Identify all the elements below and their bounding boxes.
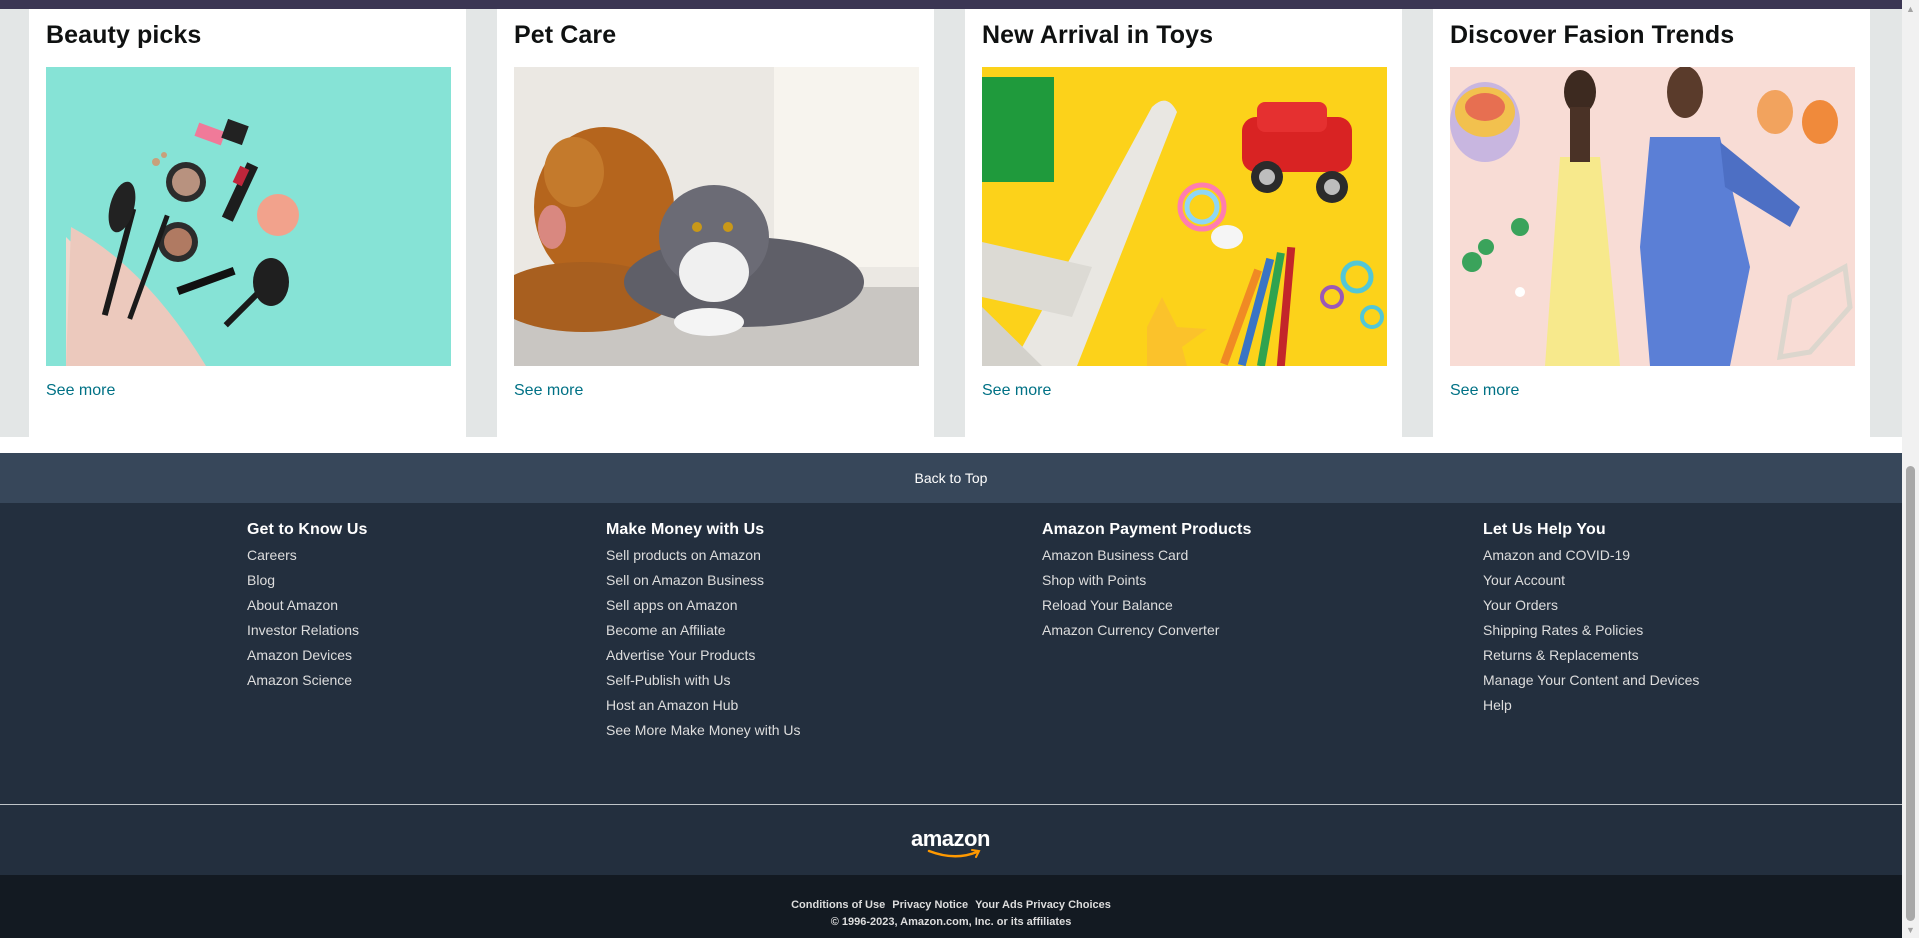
page-scrollbar[interactable]: ▲ ▼ xyxy=(1902,0,1919,938)
ads-privacy-choices-link[interactable]: Your Ads Privacy Choices xyxy=(975,899,1111,911)
cosmetics-bag-photo[interactable] xyxy=(46,67,451,366)
footer-link[interactable]: Become an Affiliate xyxy=(606,621,801,646)
footer-link[interactable]: Host an Amazon Hub xyxy=(606,696,801,721)
footer-nav: Get to Know Us Careers Blog About Amazon… xyxy=(0,503,1902,804)
card-pet-care: Pet Care See more xyxy=(497,9,934,437)
footer-column-heading: Let Us Help You xyxy=(1483,521,1606,538)
footer-link[interactable]: Careers xyxy=(247,546,368,571)
footer-link[interactable]: Advertise Your Products xyxy=(606,646,801,671)
footer-link[interactable]: Self-Publish with Us xyxy=(606,671,801,696)
footer-column-heading: Make Money with Us xyxy=(606,521,765,538)
card-title: New Arrival in Toys xyxy=(982,21,1214,49)
card-title: Pet Care xyxy=(514,21,617,49)
top-bar xyxy=(0,0,1902,9)
footer-link[interactable]: Your Account xyxy=(1483,571,1699,596)
see-more-link[interactable]: See more xyxy=(1450,382,1519,400)
footer-link[interactable]: Amazon Business Card xyxy=(1042,546,1251,571)
footer-column-heading: Amazon Payment Products xyxy=(1042,521,1252,538)
footer-link[interactable]: Help xyxy=(1483,696,1699,721)
smile-arrow-icon xyxy=(927,849,981,858)
card-row: Beauty picks See more Pet Care See more … xyxy=(0,9,1902,437)
conditions-of-use-link[interactable]: Conditions of Use xyxy=(791,899,885,911)
footer-link[interactable]: See More Make Money with Us xyxy=(606,721,801,746)
footer-legal-bar: Conditions of Use Privacy Notice Your Ad… xyxy=(0,875,1902,938)
footer-column-payment-products: Amazon Payment Products Amazon Business … xyxy=(1042,521,1251,646)
legal-links: Conditions of Use Privacy Notice Your Ad… xyxy=(0,899,1902,911)
scroll-up-arrow-icon[interactable]: ▲ xyxy=(1902,0,1919,17)
footer-link[interactable]: Blog xyxy=(247,571,368,596)
see-more-link[interactable]: See more xyxy=(46,382,115,400)
footer-column-get-to-know-us: Get to Know Us Careers Blog About Amazon… xyxy=(247,521,368,696)
footer-link[interactable]: Amazon Devices xyxy=(247,646,368,671)
footer-column-make-money: Make Money with Us Sell products on Amaz… xyxy=(606,521,801,746)
card-title: Discover Fasion Trends xyxy=(1450,21,1735,49)
footer-link[interactable]: Sell on Amazon Business xyxy=(606,571,801,596)
scrollbar-thumb[interactable] xyxy=(1906,466,1915,921)
toys-photo[interactable] xyxy=(982,67,1387,366)
back-to-top-button[interactable]: Back to Top xyxy=(0,453,1902,503)
card-title: Beauty picks xyxy=(46,21,202,49)
footer-link[interactable]: Investor Relations xyxy=(247,621,368,646)
footer-link[interactable]: Sell products on Amazon xyxy=(606,546,801,571)
footer-link[interactable]: Amazon Science xyxy=(247,671,368,696)
footer-link[interactable]: Manage Your Content and Devices xyxy=(1483,671,1699,696)
card-fashion-trends: Discover Fasion Trends See more xyxy=(1433,9,1870,437)
card-new-arrival-toys: New Arrival in Toys See more xyxy=(965,9,1402,437)
footer-link[interactable]: Amazon Currency Converter xyxy=(1042,621,1251,646)
footer-column-heading: Get to Know Us xyxy=(247,521,368,538)
scroll-down-arrow-icon[interactable]: ▼ xyxy=(1902,921,1919,938)
footer-link[interactable]: Returns & Replacements xyxy=(1483,646,1699,671)
footer-link[interactable]: Amazon and COVID-19 xyxy=(1483,546,1699,571)
footer-link[interactable]: Shop with Points xyxy=(1042,571,1251,596)
see-more-link[interactable]: See more xyxy=(982,382,1051,400)
footer-link[interactable]: About Amazon xyxy=(247,596,368,621)
cards-bottom-spacer xyxy=(0,437,1902,453)
card-beauty-picks: Beauty picks See more xyxy=(29,9,466,437)
footer-logo-bar: amazon xyxy=(0,805,1902,875)
fashion-photo[interactable] xyxy=(1450,67,1855,366)
footer-link[interactable]: Shipping Rates & Policies xyxy=(1483,621,1699,646)
footer-link[interactable]: Reload Your Balance xyxy=(1042,596,1251,621)
amazon-logo[interactable]: amazon xyxy=(911,826,993,858)
privacy-notice-link[interactable]: Privacy Notice xyxy=(892,899,968,911)
see-more-link[interactable]: See more xyxy=(514,382,583,400)
footer-link[interactable]: Sell apps on Amazon xyxy=(606,596,801,621)
footer-link[interactable]: Your Orders xyxy=(1483,596,1699,621)
dog-and-cat-photo[interactable] xyxy=(514,67,919,366)
footer-column-help: Let Us Help You Amazon and COVID-19 Your… xyxy=(1483,521,1699,721)
copyright: © 1996-2023, Amazon.com, Inc. or its aff… xyxy=(830,916,1072,928)
